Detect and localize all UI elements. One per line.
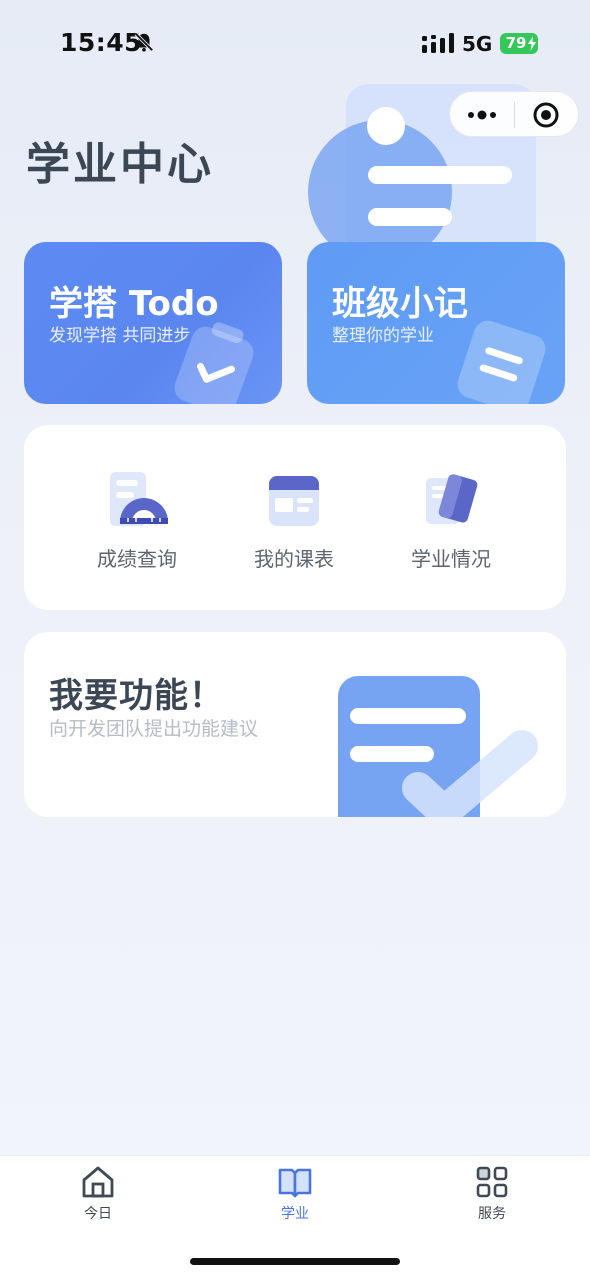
- charging-bolt-icon: [528, 36, 536, 51]
- battery-indicator: 79: [500, 33, 538, 54]
- academic-status-icon: [426, 474, 478, 524]
- quick-link-grades[interactable]: 成绩查询: [62, 470, 212, 580]
- clipboard-check-icon: [174, 322, 254, 404]
- network-type: 5G: [462, 32, 493, 56]
- study-todo-card[interactable]: 学搭 Todo 发现学搭 共同进步: [24, 242, 282, 404]
- bell-muted-icon: [134, 32, 154, 52]
- close-miniprogram-icon[interactable]: [532, 101, 560, 129]
- miniprogram-capsule: [449, 91, 579, 137]
- tab-services-label: 服务: [478, 1206, 506, 1222]
- grid-icon: [476, 1166, 508, 1198]
- battery-level: 79: [505, 34, 527, 52]
- capsule-divider: [514, 102, 515, 128]
- tab-study[interactable]: 学业: [235, 1164, 355, 1224]
- class-notes-card[interactable]: 班级小记 整理你的学业: [307, 242, 565, 404]
- quick-link-grades-label: 成绩查询: [97, 547, 177, 571]
- cellular-signal-icon: [422, 33, 454, 53]
- quick-link-academic-status-label: 学业情况: [411, 547, 491, 571]
- grade-report-icon: [110, 472, 168, 526]
- quick-link-timetable-label: 我的课表: [254, 547, 334, 571]
- status-time: 15:45: [60, 28, 143, 57]
- feature-request-subtitle: 向开发团队提出功能建议: [49, 718, 259, 740]
- page-title: 学业中心: [26, 139, 214, 190]
- feature-request-card[interactable]: 我要功能！ 向开发团队提出功能建议: [24, 632, 566, 817]
- request-document-icon: [338, 676, 538, 817]
- more-icon[interactable]: [464, 104, 500, 126]
- quick-links-card: 成绩查询 我的课表 学业情况: [24, 425, 566, 610]
- quick-link-timetable[interactable]: 我的课表: [219, 470, 369, 580]
- class-notes-subtitle: 整理你的学业: [332, 326, 434, 346]
- note-icon: [457, 320, 546, 404]
- home-icon: [82, 1166, 114, 1198]
- book-icon: [278, 1168, 312, 1198]
- feature-request-title: 我要功能！: [49, 676, 224, 716]
- timetable-icon: [269, 476, 319, 526]
- tab-services[interactable]: 服务: [432, 1164, 552, 1224]
- tab-today-label: 今日: [84, 1206, 112, 1222]
- quick-link-academic-status[interactable]: 学业情况: [376, 470, 526, 580]
- home-indicator: [190, 1258, 400, 1265]
- tab-study-label: 学业: [281, 1206, 309, 1222]
- tab-today[interactable]: 今日: [38, 1164, 158, 1224]
- status-bar: 15:45 5G 79: [0, 0, 590, 88]
